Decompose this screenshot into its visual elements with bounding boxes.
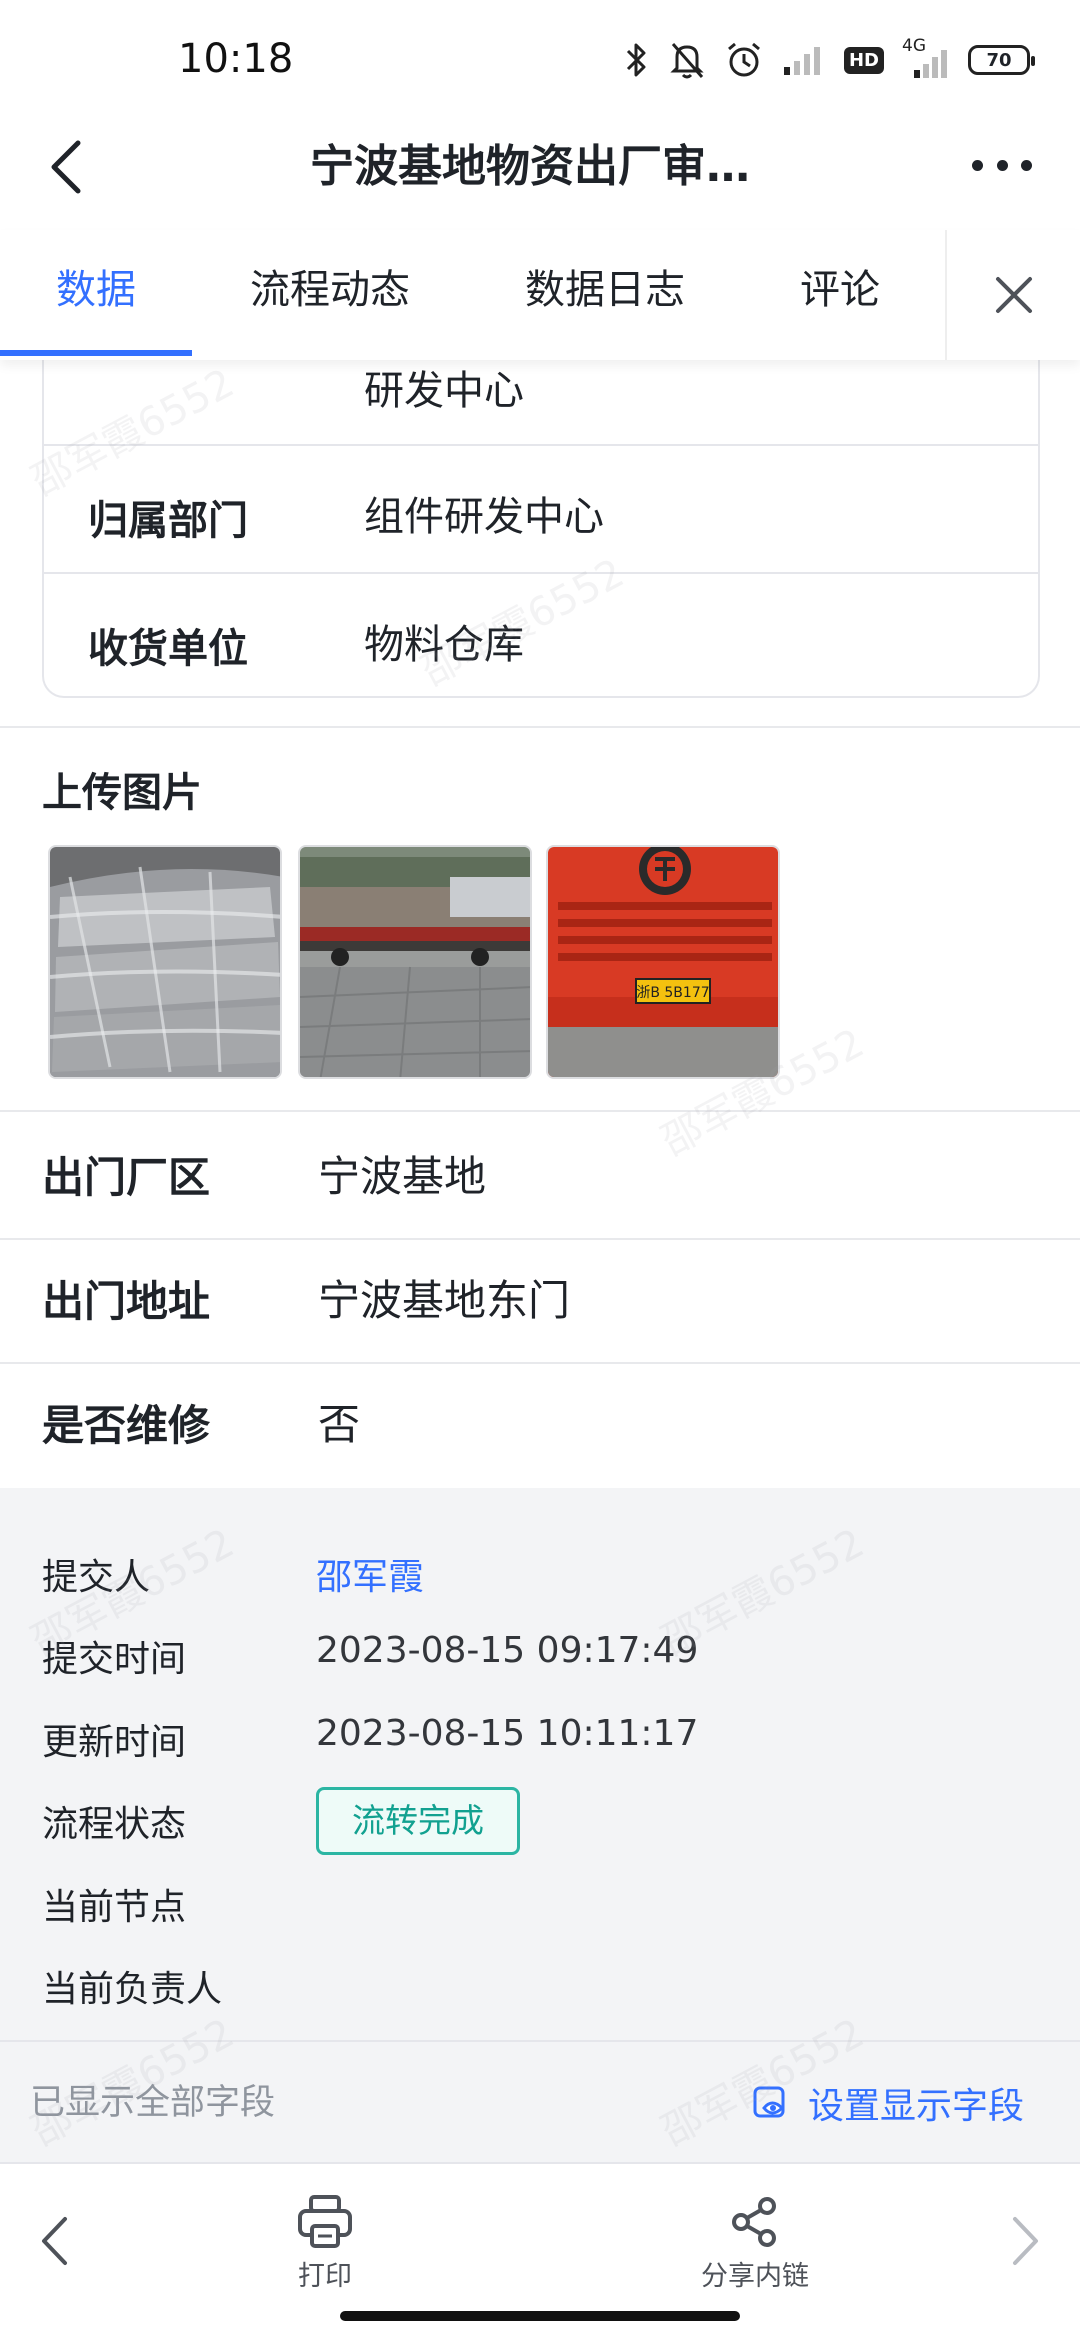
tab-comments[interactable]: 评论 xyxy=(780,230,900,360)
tab-data[interactable]: 数据 xyxy=(0,230,192,360)
image-thumbnail[interactable] xyxy=(298,845,532,1079)
status-bar: 10:18 HD 4G 70 xyxy=(0,0,1080,120)
field-label: 出门厂区 xyxy=(42,1153,211,1202)
red-truck-front-photo-icon: 浙B 5B177 xyxy=(548,847,778,1077)
card-value: 物料仓库 xyxy=(364,622,524,668)
more-button[interactable] xyxy=(972,155,1032,175)
detail-card: 研发中心 归属部门 组件研发中心 收货单位 物料仓库 xyxy=(42,340,1040,698)
tab-indicator xyxy=(0,350,192,356)
page-title: 宁波基地物资出厂审… xyxy=(310,141,750,192)
chevron-right-icon xyxy=(1013,2217,1038,2265)
battery-level: 70 xyxy=(986,49,1012,71)
flatbed-truck-photo-icon xyxy=(300,847,530,1077)
mute-bell-icon xyxy=(668,40,706,80)
close-button[interactable] xyxy=(945,230,1080,360)
image-thumbnail[interactable]: 浙B 5B177 xyxy=(546,845,780,1079)
meta-label: 流程状态 xyxy=(42,1804,187,1845)
print-button[interactable]: 打印 xyxy=(245,2190,405,2300)
share-link-button[interactable]: 分享内链 xyxy=(675,2190,835,2300)
field-settings-bar: 已显示全部字段 设置显示字段 xyxy=(0,2040,1080,2162)
network-type: 4G xyxy=(902,36,926,56)
back-button[interactable] xyxy=(46,127,106,207)
record-meta: 提交人 邵军霞 提交时间 2023-08-15 09:17:49 更新时间 20… xyxy=(0,1488,1080,2040)
card-label: 归属部门 xyxy=(88,498,248,544)
status-icons: HD 4G 70 xyxy=(624,36,1035,84)
status-badge: 流转完成 xyxy=(316,1787,520,1855)
upload-title: 上传图片 xyxy=(42,770,202,816)
meta-label: 当前节点 xyxy=(42,1887,187,1928)
header: 宁波基地物资出厂审… xyxy=(0,115,1080,230)
tab-data-log[interactable]: 数据日志 xyxy=(505,230,705,360)
card-label: 收货单位 xyxy=(88,626,248,672)
meta-label: 提交时间 xyxy=(42,1639,187,1680)
field-row-repair: 是否维修 否 xyxy=(0,1364,1080,1488)
submit-time: 2023-08-15 09:17:49 xyxy=(316,1630,699,1671)
card-partial-value: 研发中心 xyxy=(364,368,524,414)
close-icon xyxy=(995,277,1032,313)
battery-icon: 70 xyxy=(968,45,1035,75)
license-plate: 浙B 5B177 xyxy=(636,985,709,1001)
divider xyxy=(0,726,1080,728)
home-indicator[interactable] xyxy=(340,2311,740,2321)
field-row-exit-area: 出门厂区 宁波基地 xyxy=(0,1116,1080,1240)
print-label: 打印 xyxy=(298,2261,352,2292)
chevron-left-icon xyxy=(42,2217,67,2265)
field-value: 宁波基地 xyxy=(318,1152,487,1201)
network-signal-icon: 4G xyxy=(902,36,950,80)
tab-bar: 数据 流程动态 数据日志 评论 xyxy=(0,230,1080,360)
card-row: 收货单位 物料仓库 xyxy=(44,574,1038,698)
submitter-link[interactable]: 邵军霞 xyxy=(316,1548,424,1600)
hd-badge: HD xyxy=(843,46,884,74)
field-value: 否 xyxy=(318,1400,361,1449)
more-dot-icon xyxy=(1021,159,1032,171)
chevron-left-icon xyxy=(51,140,81,194)
image-thumbnail[interactable] xyxy=(48,845,282,1079)
signal-icon xyxy=(782,43,826,77)
more-dot-icon xyxy=(972,159,983,171)
next-record-button[interactable] xyxy=(996,2206,1056,2276)
status-time: 10:18 xyxy=(178,36,294,82)
meta-label: 当前负责人 xyxy=(42,1969,223,2010)
set-display-fields-label: 设置显示字段 xyxy=(807,2086,1024,2127)
more-dot-icon xyxy=(996,159,1008,171)
wrapped-goods-photo-icon xyxy=(50,847,280,1077)
bluetooth-icon xyxy=(624,40,650,80)
printer-icon xyxy=(298,2195,352,2248)
divider xyxy=(0,1110,1080,1112)
meta-label: 更新时间 xyxy=(42,1722,187,1763)
field-row-exit-address: 出门地址 宁波基地东门 xyxy=(0,1240,1080,1364)
field-label: 是否维修 xyxy=(42,1401,211,1450)
field-label: 出门地址 xyxy=(42,1277,211,1326)
card-value: 组件研发中心 xyxy=(364,494,604,540)
update-time: 2023-08-15 10:11:17 xyxy=(316,1713,699,1754)
field-value: 宁波基地东门 xyxy=(318,1276,571,1325)
all-fields-shown-text: 已显示全部字段 xyxy=(30,2083,276,2123)
field-view-settings-icon xyxy=(753,2086,785,2118)
share-label: 分享内链 xyxy=(701,2261,809,2292)
card-row: 归属部门 组件研发中心 xyxy=(44,446,1038,574)
previous-record-button[interactable] xyxy=(24,2206,84,2276)
share-icon xyxy=(732,2197,776,2247)
set-display-fields-button[interactable]: 设置显示字段 xyxy=(752,2042,1024,2164)
alarm-icon xyxy=(724,40,764,80)
tab-process[interactable]: 流程动态 xyxy=(230,230,430,360)
meta-label: 提交人 xyxy=(42,1557,151,1598)
